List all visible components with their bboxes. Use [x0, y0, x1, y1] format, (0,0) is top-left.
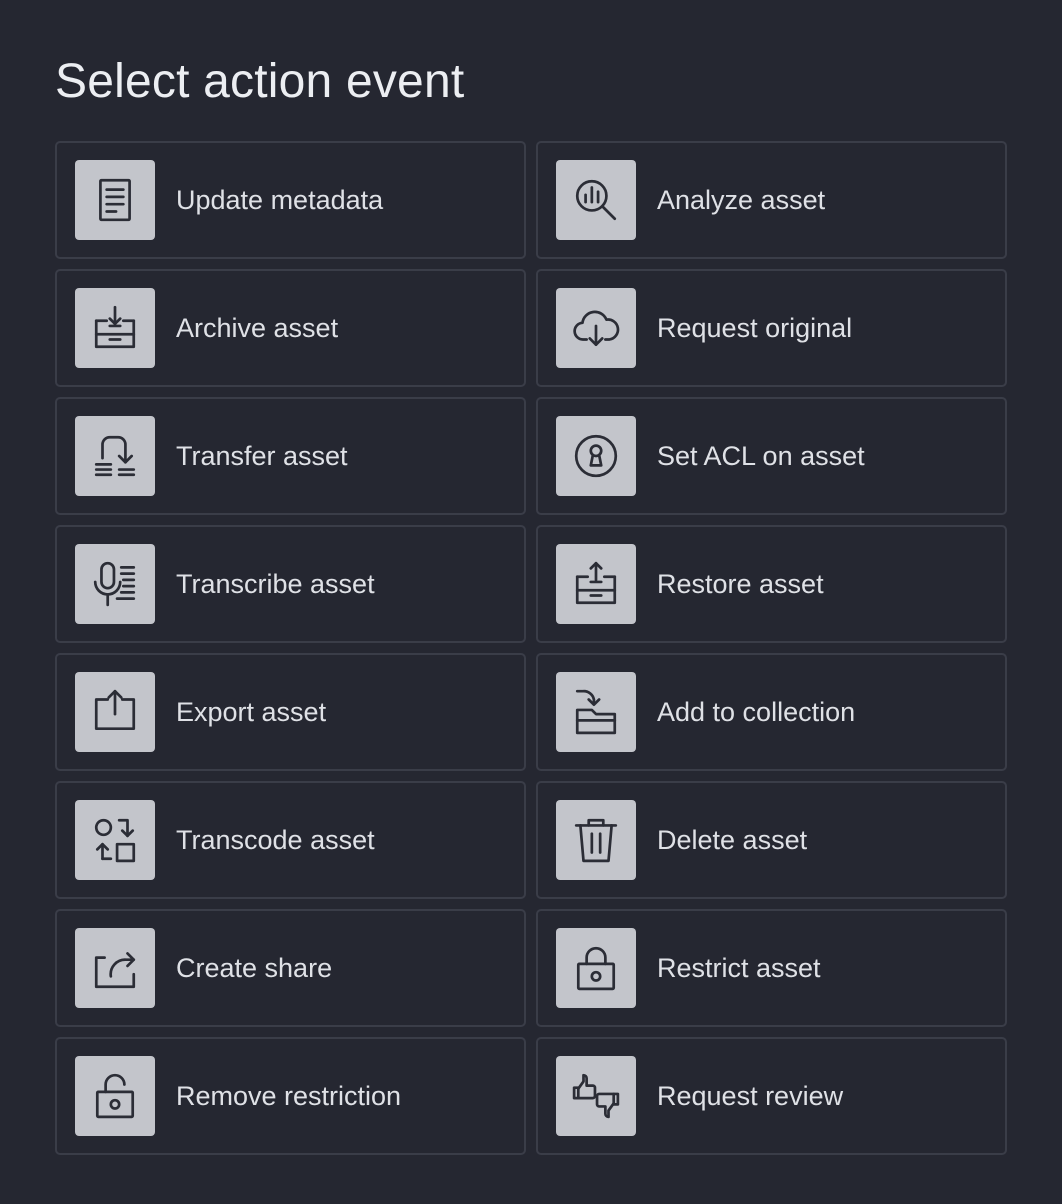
transfer-icon	[75, 416, 155, 496]
unlock-icon	[75, 1056, 155, 1136]
action-label: Request original	[657, 312, 853, 343]
action-label: Add to collection	[657, 696, 856, 727]
action-label: Restrict asset	[657, 952, 821, 983]
action-card-delete-asset[interactable]: Delete asset	[536, 781, 1007, 899]
folder-add-icon	[556, 672, 636, 752]
action-card-request-original[interactable]: Request original	[536, 269, 1007, 387]
export-icon	[75, 672, 155, 752]
action-label: Create share	[176, 952, 333, 983]
action-label: Set ACL on asset	[657, 440, 865, 471]
action-card-restrict-asset[interactable]: Restrict asset	[536, 909, 1007, 1027]
action-label: Transcribe asset	[176, 568, 375, 599]
action-card-update-metadata[interactable]: Update metadata	[55, 141, 526, 259]
archive-box-icon	[75, 288, 155, 368]
action-label: Restore asset	[657, 568, 824, 599]
action-label: Delete asset	[657, 824, 808, 855]
action-card-restore-asset[interactable]: Restore asset	[536, 525, 1007, 643]
action-card-transcribe-asset[interactable]: Transcribe asset	[55, 525, 526, 643]
page-title: Select action event	[55, 55, 465, 108]
transcode-icon	[75, 800, 155, 880]
action-card-transcode-asset[interactable]: Transcode asset	[55, 781, 526, 899]
action-card-export-asset[interactable]: Export asset	[55, 653, 526, 771]
keyhole-icon	[556, 416, 636, 496]
action-label: Analyze asset	[657, 184, 826, 215]
action-card-archive-asset[interactable]: Archive asset	[55, 269, 526, 387]
action-card-create-share[interactable]: Create share	[55, 909, 526, 1027]
search-chart-icon	[556, 160, 636, 240]
document-icon	[75, 160, 155, 240]
action-card-request-review[interactable]: Request review	[536, 1037, 1007, 1155]
action-label: Transfer asset	[176, 440, 348, 471]
action-card-set-acl[interactable]: Set ACL on asset	[536, 397, 1007, 515]
action-card-add-to-collection[interactable]: Add to collection	[536, 653, 1007, 771]
action-label: Request review	[657, 1080, 844, 1111]
action-grid: Update metadata Analyze asset Archive as…	[55, 141, 1007, 1155]
cloud-download-icon	[556, 288, 636, 368]
action-card-remove-restriction[interactable]: Remove restriction	[55, 1037, 526, 1155]
action-label: Remove restriction	[176, 1080, 402, 1111]
microphone-text-icon	[75, 544, 155, 624]
thumbs-up-down-icon	[556, 1056, 636, 1136]
restore-box-icon	[556, 544, 636, 624]
trash-icon	[556, 800, 636, 880]
action-label: Update metadata	[176, 184, 384, 215]
action-card-transfer-asset[interactable]: Transfer asset	[55, 397, 526, 515]
action-label: Export asset	[176, 696, 327, 727]
action-label: Archive asset	[176, 312, 339, 343]
action-label: Transcode asset	[176, 824, 375, 855]
share-icon	[75, 928, 155, 1008]
action-card-analyze-asset[interactable]: Analyze asset	[536, 141, 1007, 259]
lock-icon	[556, 928, 636, 1008]
